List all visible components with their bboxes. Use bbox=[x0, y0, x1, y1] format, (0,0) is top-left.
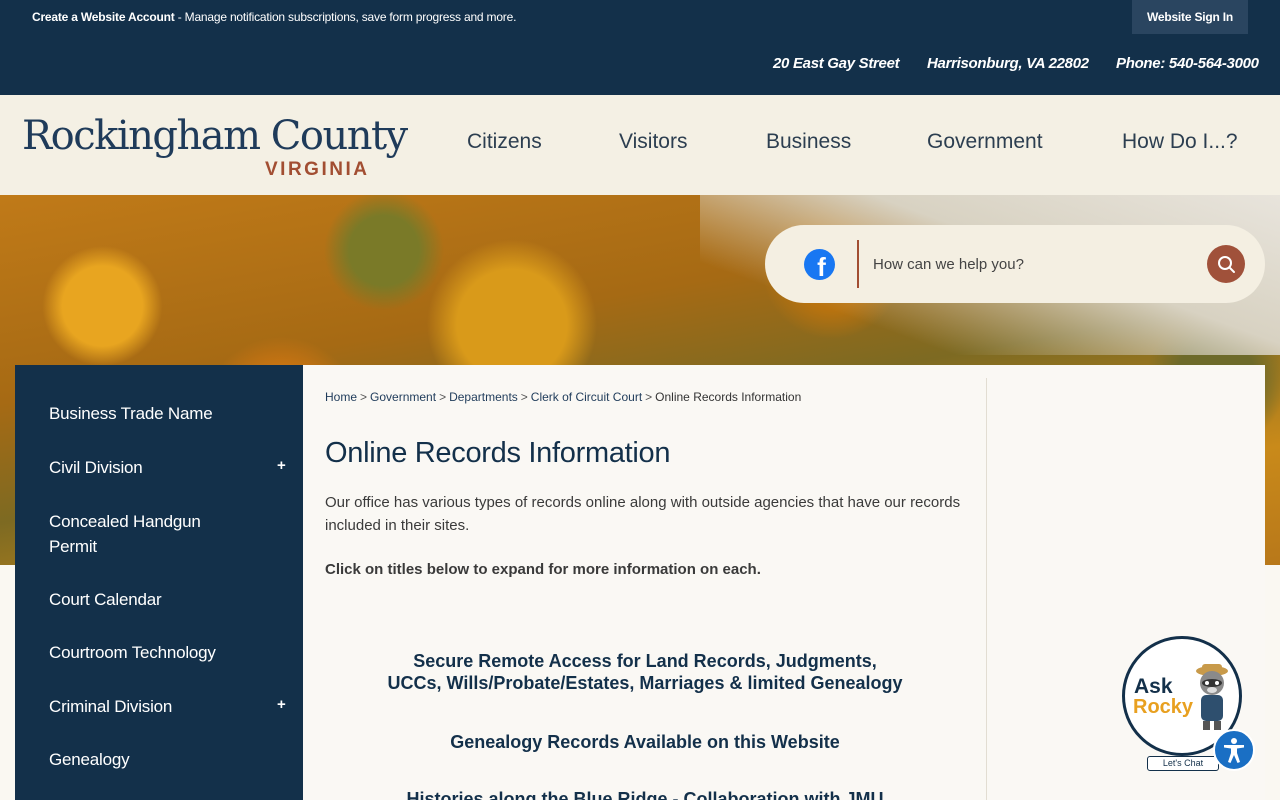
county-logo[interactable]: Rockingham County VIRGINIA bbox=[22, 113, 412, 183]
sidebar-nav: Business Trade Name Civil Division + Con… bbox=[15, 365, 303, 800]
nav-visitors[interactable]: Visitors bbox=[619, 130, 687, 154]
lets-chat-button[interactable]: Let's Chat bbox=[1147, 756, 1219, 771]
breadcrumb-home[interactable]: Home bbox=[325, 390, 357, 404]
logo-subtitle: VIRGINIA bbox=[265, 159, 370, 180]
sidebar-item-criminal-division[interactable]: Criminal Division bbox=[49, 694, 172, 719]
logo-title: Rockingham County bbox=[22, 113, 408, 159]
sidebar-item-genealogy[interactable]: Genealogy bbox=[49, 747, 130, 772]
contact-city[interactable]: Harrisonburg, VA 22802 bbox=[927, 55, 1089, 72]
content-column-divider bbox=[986, 378, 987, 800]
breadcrumb-separator: > bbox=[645, 390, 653, 404]
accessibility-icon bbox=[1224, 738, 1244, 763]
website-sign-in-button[interactable]: Website Sign In bbox=[1132, 0, 1248, 34]
page-title: Online Records Information bbox=[325, 437, 671, 469]
site-header: Rockingham County VIRGINIA Citizens Visi… bbox=[0, 95, 1280, 195]
search-input[interactable] bbox=[873, 245, 1193, 283]
breadcrumb-separator: > bbox=[520, 390, 528, 404]
expand-criminal-division-icon[interactable]: + bbox=[277, 696, 286, 713]
contact-street[interactable]: 20 East Gay Street bbox=[773, 55, 900, 72]
facebook-icon[interactable]: f bbox=[804, 249, 835, 280]
sidebar-item-civil-division[interactable]: Civil Division bbox=[49, 455, 143, 480]
page-instruction: Click on titles below to expand for more… bbox=[325, 561, 761, 578]
breadcrumb-departments[interactable]: Departments bbox=[449, 390, 518, 404]
accordion-genealogy-records[interactable]: Genealogy Records Available on this Webs… bbox=[325, 731, 965, 753]
raccoon-mascot-icon bbox=[1196, 664, 1228, 730]
sidebar-item-courtroom-technology[interactable]: Courtroom Technology bbox=[49, 640, 216, 665]
breadcrumb-clerk-of-circuit-court[interactable]: Clerk of Circuit Court bbox=[531, 390, 642, 404]
breadcrumb-separator: > bbox=[360, 390, 368, 404]
contact-phone[interactable]: Phone: 540-564-3000 bbox=[1116, 55, 1259, 72]
breadcrumb-separator: > bbox=[439, 390, 447, 404]
create-account-link[interactable]: Create a Website Account bbox=[32, 10, 175, 24]
breadcrumb-government[interactable]: Government bbox=[370, 390, 436, 404]
search-button[interactable] bbox=[1207, 245, 1245, 283]
sidebar-item-business-trade-name[interactable]: Business Trade Name bbox=[49, 401, 213, 426]
search-divider bbox=[857, 240, 859, 288]
sidebar-item-concealed-handgun-permit[interactable]: Concealed Handgun Permit bbox=[49, 509, 249, 559]
contact-bar: 20 East Gay Street Harrisonburg, VA 2280… bbox=[0, 36, 1280, 95]
create-account-promo[interactable]: Create a Website Account - Manage notifi… bbox=[32, 10, 516, 24]
utility-bar: Create a Website Account - Manage notifi… bbox=[0, 0, 1280, 36]
accessibility-button[interactable] bbox=[1213, 729, 1255, 771]
accordion-histories-blue-ridge[interactable]: Histories along the Blue Ridge - Collabo… bbox=[325, 788, 965, 800]
chat-rocky-text: Rocky bbox=[1133, 696, 1194, 718]
nav-citizens[interactable]: Citizens bbox=[467, 130, 542, 154]
nav-government[interactable]: Government bbox=[927, 130, 1043, 154]
accordion-secure-remote-access[interactable]: Secure Remote Access for Land Records, J… bbox=[325, 650, 965, 694]
expand-civil-division-icon[interactable]: + bbox=[277, 457, 286, 474]
page-intro: Our office has various types of records … bbox=[325, 494, 961, 534]
search-icon bbox=[1218, 256, 1235, 273]
nav-business[interactable]: Business bbox=[766, 130, 851, 154]
sidebar-item-court-calendar[interactable]: Court Calendar bbox=[49, 587, 162, 612]
search-bar: f bbox=[765, 225, 1265, 303]
nav-how-do-i[interactable]: How Do I...? bbox=[1122, 130, 1238, 154]
main-content: Home > Government > Departments > Clerk of Cir… bbox=[303, 365, 1265, 800]
breadcrumb-current: Online Records Information bbox=[655, 390, 802, 404]
create-account-description: - Manage notification subscriptions, sav… bbox=[174, 10, 517, 24]
breadcrumb: Home > Government > Departments > Clerk of Cir… bbox=[325, 390, 801, 404]
